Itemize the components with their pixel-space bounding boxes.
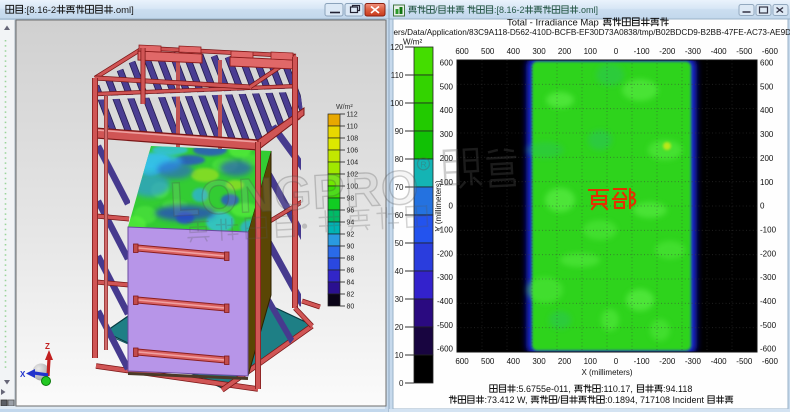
svg-text:500: 500 — [760, 82, 774, 91]
svg-text:-500: -500 — [736, 47, 753, 56]
svg-text:R: R — [420, 159, 427, 169]
svg-text:100: 100 — [390, 99, 404, 108]
svg-text:-600: -600 — [762, 47, 779, 56]
svg-text:-400: -400 — [711, 357, 728, 366]
svg-text:400: 400 — [507, 47, 521, 56]
svg-text:-300: -300 — [685, 47, 702, 56]
svg-text:X (millimeters): X (millimeters) — [581, 368, 632, 377]
svg-text:0: 0 — [614, 47, 619, 56]
svg-text::94.118: :94.118 — [663, 384, 692, 394]
svg-text:W/m²: W/m² — [403, 38, 422, 47]
svg-text::5.6755e-011,: :5.6755e-011, — [516, 384, 571, 394]
svg-text:-400: -400 — [760, 297, 777, 306]
svg-text:.oml]: .oml] — [579, 5, 599, 15]
svg-text:500: 500 — [440, 82, 454, 91]
svg-text::[8.16-2: :[8.16-2 — [24, 5, 56, 16]
svg-text:90: 90 — [395, 127, 404, 136]
svg-text:0: 0 — [614, 357, 619, 366]
svg-text::0.1894, 717108 Incident: :0.1894, 717108 Incident — [605, 395, 705, 405]
svg-text:80: 80 — [347, 304, 355, 311]
svg-text:300: 300 — [532, 47, 546, 56]
svg-text:-200: -200 — [437, 249, 454, 258]
svg-text:200: 200 — [558, 357, 572, 366]
svg-text:200: 200 — [558, 47, 572, 56]
svg-text:50: 50 — [395, 239, 404, 248]
svg-text:86: 86 — [347, 268, 355, 275]
svg-text:400: 400 — [440, 106, 454, 115]
svg-text:300: 300 — [440, 130, 454, 139]
svg-text:100: 100 — [584, 357, 598, 366]
svg-text:-300: -300 — [437, 273, 454, 282]
svg-text:120: 120 — [390, 43, 404, 52]
svg-text:110: 110 — [391, 71, 404, 80]
svg-text:10: 10 — [395, 351, 404, 360]
svg-text:-600: -600 — [760, 345, 777, 354]
svg-text:300: 300 — [760, 130, 774, 139]
svg-text::[8.16-2: :[8.16-2 — [494, 5, 525, 15]
svg-text:0: 0 — [399, 379, 404, 388]
svg-text:112: 112 — [347, 112, 358, 119]
svg-text:-100: -100 — [634, 47, 651, 56]
svg-text:Y (millimeters): Y (millimeters) — [434, 180, 443, 231]
svg-text:100: 100 — [584, 47, 598, 56]
svg-text:-200: -200 — [760, 249, 777, 258]
svg-text:-400: -400 — [711, 47, 728, 56]
svg-text:108: 108 — [347, 136, 359, 143]
svg-text:400: 400 — [760, 106, 774, 115]
svg-text:Z: Z — [45, 342, 50, 351]
svg-text:20: 20 — [395, 323, 404, 332]
svg-text:500: 500 — [481, 357, 495, 366]
svg-text:600: 600 — [760, 59, 774, 68]
svg-text::110.17,: :110.17, — [601, 384, 633, 394]
svg-text:-300: -300 — [685, 357, 702, 366]
svg-text:90: 90 — [347, 244, 355, 251]
svg-text:-300: -300 — [760, 273, 777, 282]
svg-text:100: 100 — [760, 178, 774, 187]
svg-text:-500: -500 — [760, 321, 777, 330]
svg-text:600: 600 — [455, 47, 469, 56]
svg-text:500: 500 — [481, 47, 495, 56]
svg-text:-100: -100 — [760, 226, 777, 235]
svg-text:X: X — [20, 370, 26, 379]
svg-text:88: 88 — [347, 256, 355, 263]
svg-text:40: 40 — [395, 267, 404, 276]
svg-text:300: 300 — [532, 357, 546, 366]
svg-text:84: 84 — [347, 280, 355, 287]
svg-text:-200: -200 — [659, 47, 676, 56]
svg-text:-500: -500 — [736, 357, 753, 366]
svg-text:600: 600 — [440, 59, 454, 68]
svg-text:600: 600 — [455, 357, 469, 366]
svg-text:-100: -100 — [634, 357, 651, 366]
svg-text:0: 0 — [449, 202, 454, 211]
svg-text::73.412 W,: :73.412 W, — [484, 395, 527, 405]
svg-text:-400: -400 — [437, 297, 454, 306]
svg-text:110: 110 — [347, 124, 358, 131]
svg-text:-500: -500 — [437, 321, 454, 330]
svg-text:Total - Irradiance Map: Total - Irradiance Map — [507, 18, 599, 29]
svg-text:400: 400 — [507, 357, 521, 366]
svg-text:-600: -600 — [437, 345, 454, 354]
svg-text:ers/Data/Application/83C9A118-: ers/Data/Application/83C9A118-D562-410D-… — [394, 28, 790, 37]
svg-text:0: 0 — [760, 202, 765, 211]
svg-text:92: 92 — [347, 232, 355, 239]
svg-text:-600: -600 — [762, 357, 779, 366]
svg-text:W/m²: W/m² — [336, 104, 353, 111]
svg-text:200: 200 — [760, 154, 774, 163]
svg-text:30: 30 — [395, 295, 404, 304]
svg-text:106: 106 — [347, 148, 359, 155]
svg-text:82: 82 — [347, 292, 355, 299]
svg-text:-200: -200 — [659, 357, 676, 366]
svg-text:.oml]: .oml] — [113, 5, 134, 16]
